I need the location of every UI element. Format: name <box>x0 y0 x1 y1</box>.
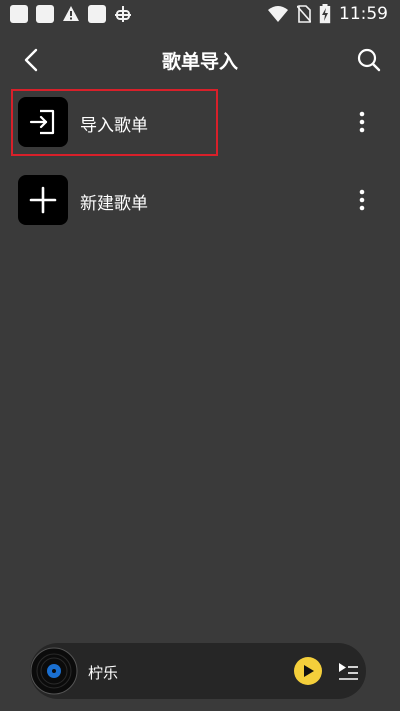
mini-player[interactable]: 柠乐 <box>30 643 366 699</box>
app-square-icon <box>10 5 28 23</box>
bug-icon <box>115 6 131 22</box>
search-icon[interactable] <box>356 47 382 73</box>
warning-icon <box>63 6 79 21</box>
list-item-new-playlist[interactable]: 新建歌单 <box>0 170 400 230</box>
plus-icon <box>29 186 57 214</box>
app-square-icon <box>88 5 106 23</box>
page-title: 歌单导入 <box>161 51 238 73</box>
battery-charging-icon <box>319 4 331 24</box>
import-icon-box <box>18 97 68 147</box>
wifi-icon <box>268 6 288 22</box>
play-button[interactable] <box>294 657 322 685</box>
playlist-queue-icon[interactable] <box>337 660 359 682</box>
more-vertical-icon[interactable] <box>350 188 374 212</box>
more-vertical-icon[interactable] <box>350 110 374 134</box>
import-icon <box>29 109 55 135</box>
status-bar-system: 11:59 <box>267 4 388 24</box>
plus-icon-box <box>18 175 68 225</box>
app-square-icon <box>36 5 54 23</box>
play-icon <box>304 665 314 677</box>
status-bar: 11:59 <box>0 0 400 30</box>
header: 歌单导入 <box>0 40 400 80</box>
player-song-title: 柠乐 <box>88 664 119 682</box>
list-item-label: 导入歌单 <box>80 116 148 136</box>
list-item-label: 新建歌单 <box>80 194 148 214</box>
status-time: 11:59 <box>339 4 388 24</box>
no-sim-icon <box>297 5 311 23</box>
album-disc-icon[interactable] <box>30 647 78 695</box>
status-bar-notifications <box>10 5 132 23</box>
list-item-import-playlist[interactable]: 导入歌单 <box>0 92 400 152</box>
